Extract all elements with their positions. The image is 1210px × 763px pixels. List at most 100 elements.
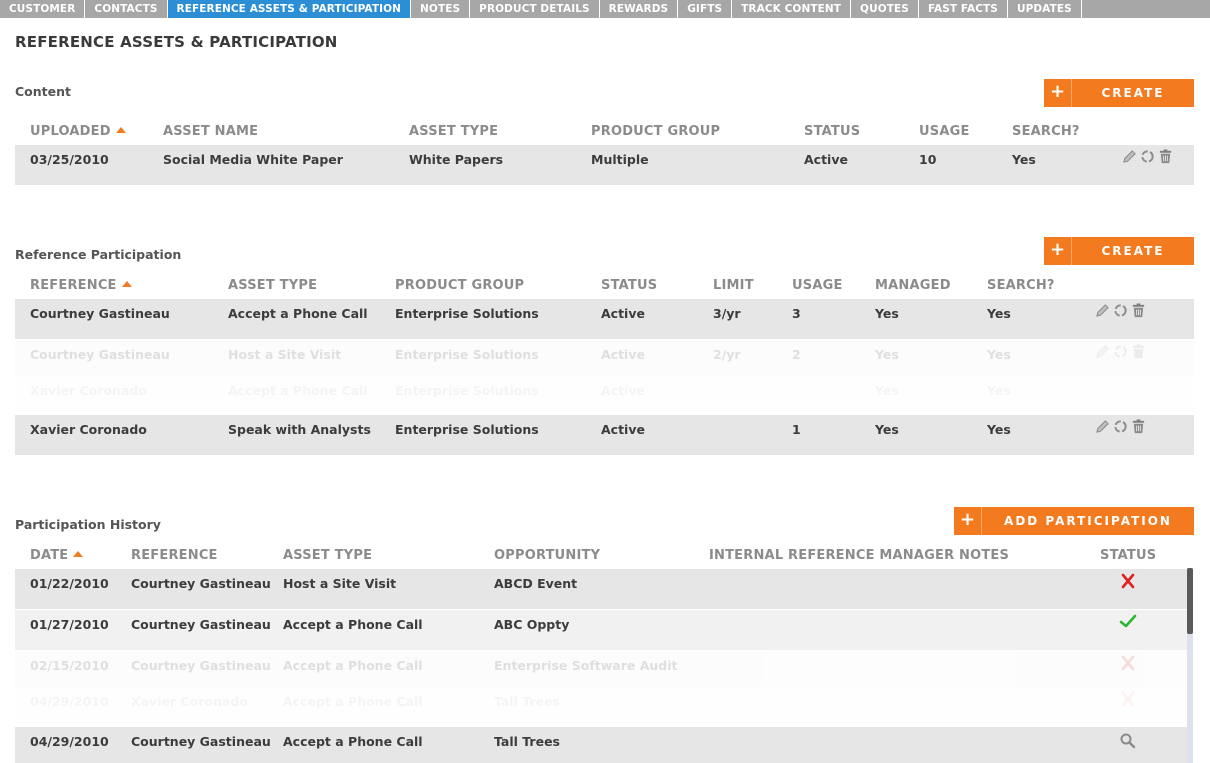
- top-nav: CUSTOMER CONTACTS REFERENCE ASSETS & PAR…: [0, 0, 1210, 18]
- check-icon: [1119, 614, 1137, 628]
- content-create-button[interactable]: + CREATE: [1044, 79, 1194, 107]
- pencil-icon[interactable]: [1095, 344, 1110, 359]
- table-row[interactable]: 01/22/2010 Courtney Gastineau Host a Sit…: [15, 569, 1187, 609]
- col-date-label: DATE: [30, 548, 69, 563]
- recycle-icon[interactable]: [1113, 344, 1128, 359]
- tab-fast-facts[interactable]: FAST FACTS: [919, 0, 1008, 18]
- table-row[interactable]: Courtney Gastineau Host a Site Visit Ent…: [15, 340, 1194, 376]
- col-usage[interactable]: USAGE: [792, 278, 843, 293]
- sort-asc-icon: [121, 281, 132, 287]
- table-row[interactable]: 04/29/2010 Xavier Coronado Accept a Phon…: [15, 687, 1187, 723]
- table-row[interactable]: 04/29/2010 Courtney Gastineau Accept a P…: [15, 727, 1187, 763]
- cell-opportunity: ABCD Event: [494, 576, 578, 591]
- add-participation-button[interactable]: + ADD PARTICIPATION: [954, 507, 1194, 535]
- tab-quotes[interactable]: QUOTES: [851, 0, 919, 18]
- add-participation-label: ADD PARTICIPATION: [1004, 514, 1172, 528]
- cell-asset-type: Host a Site Visit: [283, 576, 397, 591]
- tab-contacts[interactable]: CONTACTS: [85, 0, 168, 18]
- cell-date: 04/29/2010: [30, 694, 109, 709]
- tab-rewards[interactable]: REWARDS: [600, 0, 679, 18]
- cell-asset-type: Accept a Phone Call: [283, 694, 423, 709]
- recycle-icon[interactable]: [1113, 303, 1128, 318]
- cell-status: Active: [601, 306, 645, 321]
- table-row[interactable]: 01/27/2010 Courtney Gastineau Accept a P…: [15, 610, 1187, 650]
- create-label: CREATE: [1101, 244, 1165, 258]
- trash-icon[interactable]: [1131, 303, 1146, 318]
- trash-icon[interactable]: [1131, 344, 1146, 359]
- col-product-group[interactable]: PRODUCT GROUP: [591, 124, 720, 139]
- participation-create-button[interactable]: + CREATE: [1044, 237, 1194, 265]
- col-asset-type[interactable]: ASSET TYPE: [228, 278, 317, 293]
- col-uploaded-label: UPLOADED: [30, 124, 111, 139]
- cell-asset-type: Accept a Phone Call: [228, 383, 368, 398]
- cell-reference: Xavier Coronado: [30, 422, 147, 437]
- table-row[interactable]: 03/25/2010 Social Media White Paper Whit…: [15, 145, 1194, 185]
- col-status[interactable]: STATUS: [601, 278, 657, 293]
- cell-limit: 2/yr: [713, 347, 741, 362]
- scrollbar-thumb[interactable]: [1187, 568, 1193, 634]
- cell-managed: Yes: [875, 383, 899, 398]
- pencil-icon[interactable]: [1095, 303, 1110, 318]
- cell-opportunity: Enterprise Software Audit: [494, 658, 678, 673]
- cell-asset-type: Accept a Phone Call: [283, 658, 423, 673]
- search-icon[interactable]: [1119, 732, 1137, 750]
- history-scrollbar[interactable]: [1187, 568, 1193, 763]
- col-limit[interactable]: LIMIT: [713, 278, 754, 293]
- sort-asc-icon: [115, 127, 126, 133]
- cell-managed: Yes: [875, 347, 899, 362]
- cell-date: 04/29/2010: [30, 734, 109, 749]
- tab-customer[interactable]: CUSTOMER: [0, 0, 86, 18]
- col-search[interactable]: SEARCH?: [1012, 124, 1080, 139]
- cell-product-group: Enterprise Solutions: [395, 422, 539, 437]
- cell-asset-name: Social Media White Paper: [163, 152, 343, 167]
- cell-asset-type: Speak with Analysts: [228, 422, 371, 437]
- tab-updates[interactable]: UPDATES: [1008, 0, 1082, 18]
- col-status[interactable]: STATUS: [1100, 548, 1156, 563]
- tab-gifts[interactable]: GIFTS: [678, 0, 733, 18]
- participation-section-title: Reference Participation: [15, 247, 182, 262]
- trash-icon[interactable]: [1131, 419, 1146, 434]
- col-opportunity[interactable]: OPPORTUNITY: [494, 548, 600, 563]
- cell-status: Active: [601, 383, 645, 398]
- cell-product-group: Multiple: [591, 152, 649, 167]
- tab-notes[interactable]: NOTES: [411, 0, 471, 18]
- col-asset-type[interactable]: ASSET TYPE: [409, 124, 498, 139]
- cell-reference: Courtney Gastineau: [131, 658, 271, 673]
- col-date[interactable]: DATE: [30, 548, 84, 563]
- recycle-icon[interactable]: [1140, 149, 1155, 164]
- tab-product-details[interactable]: PRODUCT DETAILS: [470, 0, 600, 18]
- col-product-group[interactable]: PRODUCT GROUP: [395, 278, 524, 293]
- table-row[interactable]: Xavier Coronado Accept a Phone Call Ente…: [15, 376, 1194, 412]
- col-asset-type[interactable]: ASSET TYPE: [283, 548, 372, 563]
- col-reference[interactable]: REFERENCE: [131, 548, 218, 563]
- col-reference[interactable]: REFERENCE: [30, 278, 132, 293]
- row-actions: [1095, 303, 1146, 318]
- cell-status: Active: [601, 422, 645, 437]
- cell-usage: 3: [792, 306, 801, 321]
- col-reference-label: REFERENCE: [30, 278, 117, 293]
- table-row[interactable]: 02/15/2010 Courtney Gastineau Accept a P…: [15, 651, 1187, 687]
- table-row[interactable]: Courtney Gastineau Accept a Phone Call E…: [15, 299, 1194, 339]
- tab-reference-assets-participation[interactable]: REFERENCE ASSETS & PARTICIPATION: [167, 0, 412, 18]
- col-asset-name[interactable]: ASSET NAME: [163, 124, 258, 139]
- pencil-icon[interactable]: [1122, 149, 1137, 164]
- col-managed[interactable]: MANAGED: [875, 278, 951, 293]
- cell-reference: Courtney Gastineau: [30, 306, 170, 321]
- tab-track-content[interactable]: TRACK CONTENT: [732, 0, 852, 18]
- cell-opportunity: Tall Trees: [494, 734, 560, 749]
- cell-search: Yes: [987, 306, 1011, 321]
- cell-search: Yes: [1012, 152, 1036, 167]
- cell-date: 01/27/2010: [30, 617, 109, 632]
- recycle-icon[interactable]: [1113, 419, 1128, 434]
- col-internal-notes[interactable]: INTERNAL REFERENCE MANAGER NOTES: [709, 548, 1009, 563]
- cell-usage: 1: [792, 422, 801, 437]
- content-table-header: UPLOADED ASSET NAME ASSET TYPE PRODUCT G…: [15, 124, 1194, 146]
- cell-managed: Yes: [875, 306, 899, 321]
- trash-icon[interactable]: [1158, 149, 1173, 164]
- col-search[interactable]: SEARCH?: [987, 278, 1055, 293]
- col-status[interactable]: STATUS: [804, 124, 860, 139]
- table-row[interactable]: Xavier Coronado Speak with Analysts Ente…: [15, 415, 1194, 455]
- col-usage[interactable]: USAGE: [919, 124, 970, 139]
- pencil-icon[interactable]: [1095, 419, 1110, 434]
- col-uploaded[interactable]: UPLOADED: [30, 124, 126, 139]
